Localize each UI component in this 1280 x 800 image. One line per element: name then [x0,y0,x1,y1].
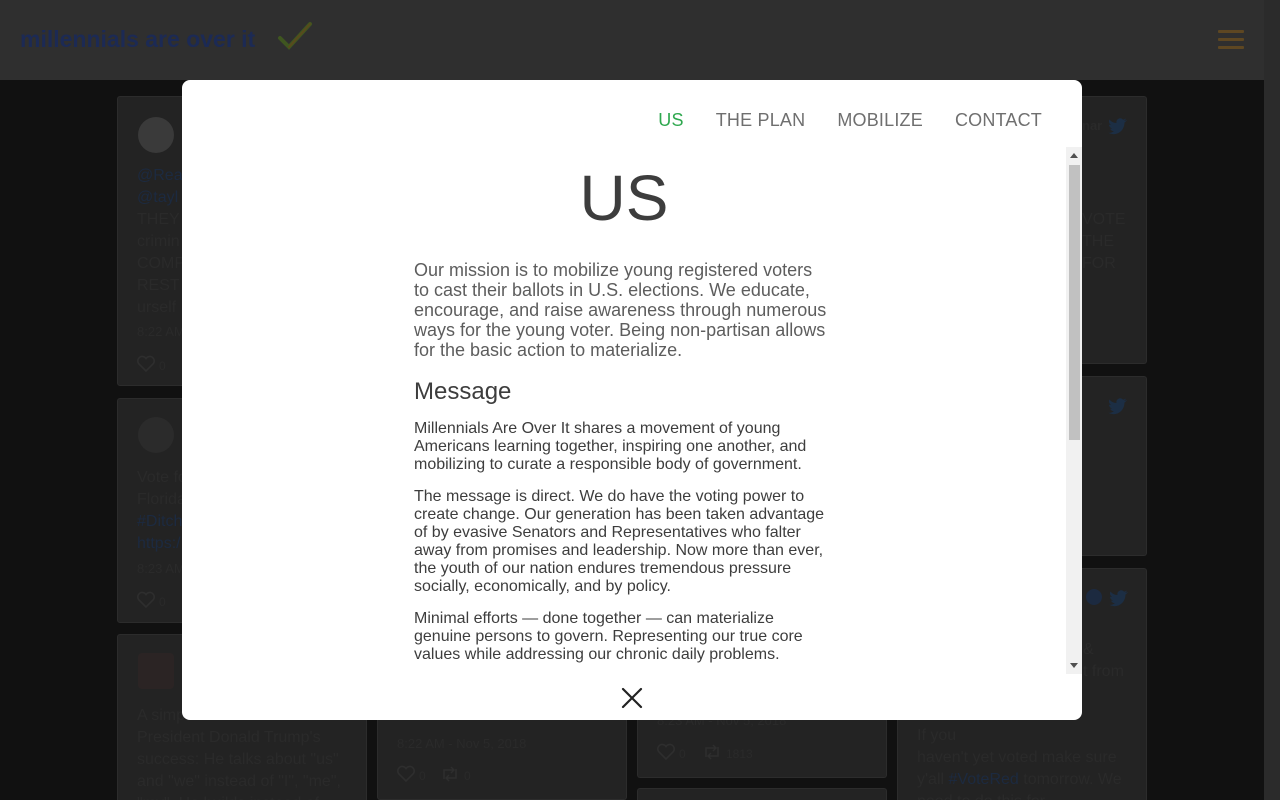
site-header: millennials are over it [0,0,1264,80]
like-count: 0 [159,359,166,373]
modal-nav: US THE PLAN MOBILIZE CONTACT [658,110,1042,131]
tweet-handle: nar [1082,118,1103,133]
tweet-card [1082,376,1147,556]
tweet-hashtag[interactable]: #Ditch [137,511,182,533]
site-logo[interactable]: millennials are over it [20,26,255,53]
heart-icon[interactable] [656,743,676,761]
tweet-text: Vote fo Florida [137,469,187,508]
modal-content[interactable]: US Our mission is to mobilize young regi… [414,150,834,675]
message-paragraph-3: Minimal efforts — done together — can ma… [414,610,803,663]
tweet-mentions: @Rea @tayl [137,167,183,206]
tweet-hashtag[interactable]: #VoteRed [949,771,1019,788]
retweet-icon[interactable] [702,743,722,761]
twitter-icon[interactable] [1108,397,1128,415]
avatar [138,417,174,453]
tweet-text: THEY crimin COMP REST urself [137,211,185,316]
like-count: 0 [159,595,166,609]
message-heading: Message [414,378,512,405]
tweet-card: nar VOTE THE FOR [1082,96,1147,364]
twitter-icon[interactable] [1108,117,1128,135]
avatar [138,653,174,689]
retweet-count: 1813 [726,747,753,761]
avatar [138,117,174,153]
nav-us[interactable]: US [658,110,683,131]
tweet-link[interactable]: https:/ [137,533,181,555]
retweet-count: 0 [464,769,471,783]
message-paragraph-2: The message is direct. We do have the vo… [414,488,825,595]
twitter-icon[interactable] [1109,589,1129,607]
tweet-time: 8:22 AM [137,324,185,339]
verified-badge-icon [1086,589,1102,605]
like-count: 0 [419,769,426,783]
scroll-up-icon[interactable] [1070,153,1078,158]
tweet-card [637,788,887,800]
scroll-down-icon[interactable] [1070,663,1078,668]
about-modal: US THE PLAN MOBILIZE CONTACT US Our miss… [182,80,1082,720]
checkmark-icon [278,22,312,50]
tweet-time: 8:23 AM [137,561,185,576]
retweet-icon[interactable] [440,765,460,783]
scrollbar-thumb[interactable] [1069,165,1080,440]
page-title: US [579,162,669,234]
heart-icon[interactable] [396,765,416,783]
tweet-text: VOTE THE FOR [1082,211,1126,272]
modal-scrollbar[interactable] [1066,147,1082,674]
heart-icon[interactable] [136,355,156,373]
page-scrollbar[interactable] [1264,0,1280,800]
nav-mobilize[interactable]: MOBILIZE [837,110,923,131]
like-count: 0 [679,747,686,761]
close-icon[interactable] [619,685,645,711]
message-paragraph-1: Millennials Are Over It shares a movemen… [414,420,807,473]
menu-icon[interactable] [1218,30,1244,50]
tweet-time: 8:22 AM - Nov 5, 2018 [397,736,527,751]
nav-contact[interactable]: CONTACT [955,110,1042,131]
nav-the-plan[interactable]: THE PLAN [716,110,806,131]
tweet-text-fragment: & t from [1083,641,1124,680]
mission-paragraph: Our mission is to mobilize young registe… [414,260,827,360]
heart-icon[interactable] [136,591,156,609]
